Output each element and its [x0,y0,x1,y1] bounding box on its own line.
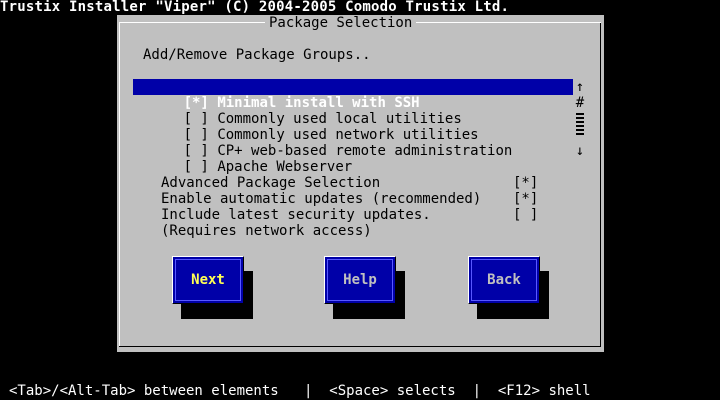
back-button[interactable]: Back [468,256,540,304]
option-automatic-updates-label: Enable automatic updates (recommended) [161,191,482,207]
next-button[interactable]: Next [172,256,244,304]
package-group-list[interactable]: [*] Minimal install with SSH [ ] Commonl… [133,79,587,175]
package-group-item-cp-admin[interactable]: [ ] CP+ web-based remote administration [133,127,573,159]
section-label: Add/Remove Package Groups.. [143,47,371,63]
installer-title: Trustix Installer "Viper" (C) 2004-2005 … [0,0,510,15]
package-group-item-minimal-ssh[interactable]: [*] Minimal install with SSH [133,79,573,111]
dialog-title: Package Selection [265,15,417,31]
option-security-updates-checkbox[interactable]: [ ] [513,207,538,223]
option-security-updates-label: Include latest security updates. [161,207,431,223]
package-group-label: Apache Webserver [217,159,353,175]
option-advanced-package-selection-checkbox[interactable]: [*] [513,175,538,191]
option-network-access-note: (Requires network access) [161,223,372,239]
option-advanced-package-selection-label: Advanced Package Selection [161,175,381,191]
package-group-item-network-utilities[interactable]: [ ] Commonly used network utilities [133,111,573,143]
package-group-item-local-utilities[interactable]: [ ] Commonly used local utilities [133,95,573,127]
scroll-position-mark: # [575,95,585,111]
package-selection-dialog: Package Selection Add/Remove Package Gro… [117,15,604,352]
checkbox-state: [ ] [183,159,209,175]
scrollbar-track[interactable] [576,111,584,135]
help-button[interactable]: Help [324,256,396,304]
scroll-up-arrow-icon[interactable]: ↑ [574,79,586,95]
keyboard-help-line: <Tab>/<Alt-Tab> between elements | <Spac… [9,383,591,399]
scroll-down-arrow-icon[interactable]: ↓ [574,143,586,159]
package-group-item-apache[interactable]: [ ] Apache Webserver [133,143,573,175]
option-automatic-updates-checkbox[interactable]: [*] [513,191,538,207]
